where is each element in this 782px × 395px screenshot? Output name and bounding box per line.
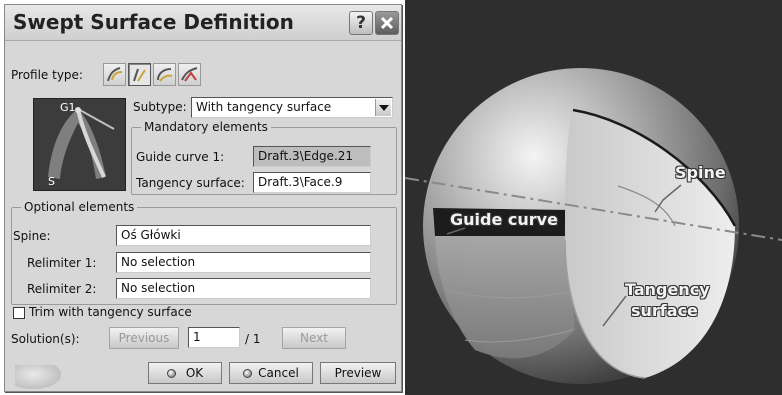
ok-button-label: OK: [185, 366, 204, 380]
spine-label: Spine:: [13, 229, 51, 243]
help-button[interactable]: ?: [349, 11, 373, 35]
relimiter-2-label: Relimiter 2:: [27, 282, 97, 296]
relimiter-2-field[interactable]: No selection: [116, 278, 371, 299]
spine-field[interactable]: Oś Główki: [116, 225, 371, 246]
tangency-surface-field[interactable]: Draft.3\Face.9: [253, 172, 371, 193]
solution-index-value: 1: [193, 330, 201, 344]
relimiter-2-value: No selection: [121, 281, 196, 295]
thumbnail-g1-label: G1: [60, 101, 76, 114]
trim-checkbox[interactable]: [13, 307, 25, 319]
guide-curve-callout: Guide curve: [450, 210, 558, 229]
solutions-label: Solution(s):: [11, 332, 80, 346]
mandatory-elements-title: Mandatory elements: [141, 120, 271, 134]
solution-index-field[interactable]: 1: [188, 327, 240, 348]
trim-label: Trim with tangency surface: [29, 305, 192, 319]
guide-curve-field[interactable]: Draft.3\Edge.21: [253, 146, 371, 167]
dialog-title: Swept Surface Definition: [13, 10, 294, 34]
line-profile-icon: [133, 68, 146, 82]
help-icon: ?: [356, 13, 366, 33]
ok-button[interactable]: OK: [148, 362, 222, 384]
thumbnail-s-label: S: [48, 175, 55, 188]
ok-icon: [166, 369, 176, 378]
cancel-icon: [243, 369, 253, 378]
tangency-surface-label: Tangency surface:: [136, 176, 245, 190]
spine-callout: Spine: [675, 163, 726, 182]
cancel-button[interactable]: Cancel: [229, 362, 313, 384]
guide-curve-label: Guide curve 1:: [136, 150, 225, 164]
preview-button[interactable]: Preview: [320, 362, 396, 384]
cancel-button-label: Cancel: [258, 366, 299, 380]
relimiter-1-value: No selection: [121, 255, 196, 269]
catia-logo-watermark: [15, 365, 61, 389]
tangency-callout-line2: surface: [631, 301, 698, 320]
spine-value: Oś Główki: [121, 228, 181, 242]
next-button[interactable]: Next: [282, 327, 346, 349]
close-icon: [380, 16, 394, 30]
preview-button-label: Preview: [334, 366, 382, 380]
3d-viewport[interactable]: Spine Guide curve Tangency surface: [405, 0, 782, 395]
chevron-down-icon: [379, 105, 389, 111]
relimiter-1-label: Relimiter 1:: [27, 256, 97, 270]
tangency-callout-line1: Tangency: [625, 280, 710, 299]
sphere-model: [405, 68, 782, 384]
subtype-select[interactable]: With tangency surface: [191, 97, 393, 118]
subtype-preview-image: G1 S: [33, 98, 126, 191]
circle-profile-icon: [157, 68, 173, 82]
guide-curve-value: Draft.3\Edge.21: [258, 149, 354, 163]
subtype-label: Subtype:: [133, 100, 187, 114]
title-bar[interactable]: Swept Surface Definition ?: [5, 5, 401, 41]
swept-surface-dialog: Swept Surface Definition ? Profile type:: [4, 4, 402, 392]
profile-type-label: Profile type:: [11, 68, 83, 82]
profile-type-conic-button[interactable]: [178, 63, 201, 86]
optional-elements-title: Optional elements: [21, 200, 138, 214]
subtype-value: With tangency surface: [196, 100, 332, 114]
previous-button[interactable]: Previous: [109, 327, 179, 349]
previous-button-label: Previous: [118, 331, 170, 345]
next-button-label: Next: [300, 331, 328, 345]
profile-type-circle-button[interactable]: [153, 63, 176, 86]
subtype-dropdown-button[interactable]: [375, 99, 391, 116]
profile-type-line-button[interactable]: [128, 63, 151, 86]
conic-profile-icon: [181, 67, 198, 82]
swept-surface: [435, 228, 575, 359]
relimiter-1-field[interactable]: No selection: [116, 252, 371, 273]
explicit-profile-icon: [107, 67, 123, 82]
close-button[interactable]: [375, 11, 399, 35]
solution-total: / 1: [245, 332, 261, 346]
tangency-surface-value: Draft.3\Face.9: [258, 175, 343, 189]
profile-type-explicit-button[interactable]: [103, 63, 126, 86]
